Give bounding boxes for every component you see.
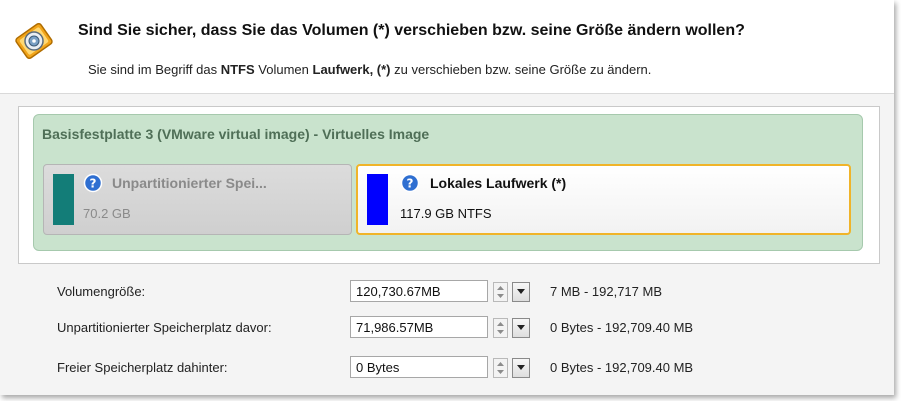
space-after-row: Freier Speicherplatz dahinter: 0 Bytes -…	[0, 356, 894, 380]
disk-panel: Basisfestplatte 3 (VMware virtual image)…	[33, 114, 863, 251]
disk-resize-icon	[15, 22, 53, 60]
partition-unallocated[interactable]: ? Unpartitionierter Spei... 70.2 GB	[43, 164, 352, 235]
dialog-subtitle: Sie sind im Begriff das NTFS Volumen Lau…	[88, 62, 651, 77]
spinner-icon[interactable]	[493, 318, 508, 338]
subtitle-text-mid: Volumen	[254, 62, 313, 77]
volume-size-input[interactable]	[350, 280, 488, 302]
subtitle-text-pre: Sie sind im Begriff das	[88, 62, 221, 77]
dropdown-button[interactable]	[512, 282, 530, 302]
partition-color-bar	[367, 174, 388, 225]
space-after-label: Freier Speicherplatz dahinter:	[57, 360, 228, 375]
dropdown-button[interactable]	[512, 318, 530, 338]
svg-text:?: ?	[407, 177, 414, 191]
resize-dialog: Sind Sie sicher, dass Sie das Volumen (*…	[0, 0, 894, 395]
help-icon[interactable]: ?	[400, 173, 420, 193]
partition-name: Lokales Laufwerk (*)	[430, 175, 567, 191]
partition-color-bar	[53, 174, 74, 225]
volume-size-range: 7 MB - 192,717 MB	[550, 284, 662, 299]
volume-size-label: Volumengröße:	[57, 284, 146, 299]
svg-text:?: ?	[90, 177, 97, 191]
space-after-input[interactable]	[350, 356, 488, 378]
partition-info: 117.9 GB NTFS	[400, 206, 492, 221]
chevron-down-icon	[517, 289, 525, 294]
dialog-body: Basisfestplatte 3 (VMware virtual image)…	[0, 94, 894, 395]
subtitle-volume: Laufwerk, (*)	[312, 62, 391, 77]
partition-info: 70.2 GB	[83, 206, 131, 221]
help-icon[interactable]: ?	[83, 173, 103, 193]
subtitle-filesystem: NTFS	[220, 62, 255, 77]
space-after-range: 0 Bytes - 192,709.40 MB	[550, 360, 694, 375]
space-before-row: Unpartitionierter Speicherplatz davor: 0…	[0, 316, 894, 340]
partition-name: Unpartitionierter Spei...	[112, 175, 267, 191]
space-before-range: 0 Bytes - 192,709.40 MB	[550, 320, 694, 335]
dialog-title: Sind Sie sicher, dass Sie das Volumen (*…	[78, 22, 745, 39]
dropdown-button[interactable]	[512, 358, 530, 378]
spinner-icon[interactable]	[493, 282, 508, 302]
disk-map-frame: Basisfestplatte 3 (VMware virtual image)…	[18, 106, 880, 264]
spinner-icon[interactable]	[493, 358, 508, 378]
volume-size-row: Volumengröße: 7 MB - 192,717 MB	[0, 280, 894, 304]
space-before-input[interactable]	[350, 316, 488, 338]
subtitle-text-post: zu verschieben bzw. seine Größe zu änder…	[390, 62, 652, 77]
partition-local-drive[interactable]: ? Lokales Laufwerk (*) 117.9 GB NTFS	[356, 164, 851, 235]
disk-title: Basisfestplatte 3 (VMware virtual image)…	[42, 126, 430, 142]
chevron-down-icon	[517, 365, 525, 370]
dialog-header: Sind Sie sicher, dass Sie das Volumen (*…	[0, 0, 894, 94]
chevron-down-icon	[517, 325, 525, 330]
space-before-label: Unpartitionierter Speicherplatz davor:	[57, 320, 272, 335]
